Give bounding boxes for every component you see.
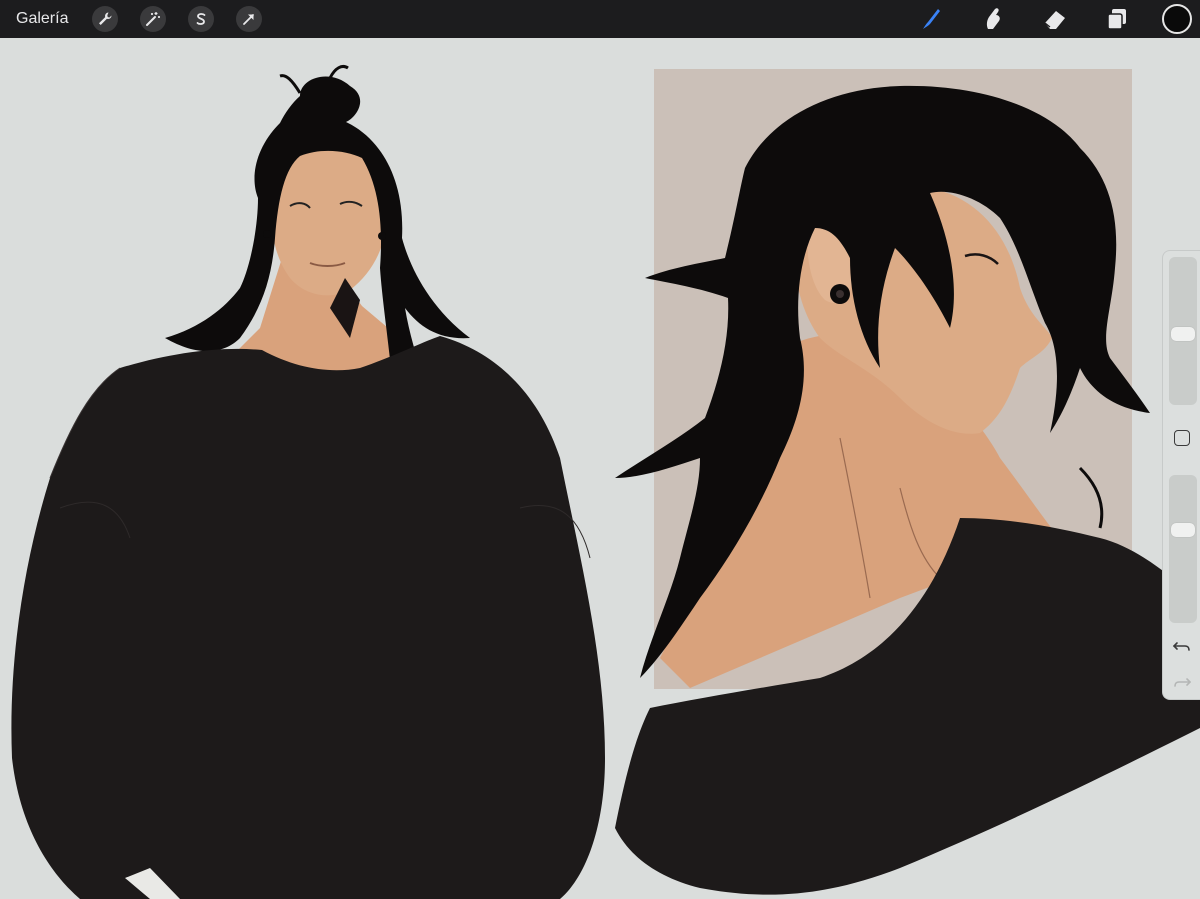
drawing-canvas[interactable] — [0, 38, 1200, 899]
wrench-icon[interactable] — [92, 6, 119, 32]
top-toolbar: Galería — [0, 0, 1200, 38]
gallery-button[interactable]: Galería — [16, 10, 68, 28]
selection-s-icon[interactable] — [188, 6, 215, 32]
color-picker-button[interactable] — [1162, 4, 1192, 34]
arrow-cursor-icon[interactable] — [236, 6, 263, 32]
artwork-illustration — [11, 64, 1200, 899]
smudge-finger-icon[interactable] — [976, 2, 1010, 36]
brush-size-thumb[interactable] — [1171, 327, 1195, 341]
eraser-icon[interactable] — [1038, 2, 1072, 36]
layers-icon[interactable] — [1100, 2, 1134, 36]
opacity-thumb[interactable] — [1171, 523, 1195, 537]
right-tool-group — [886, 0, 1200, 38]
undo-icon[interactable] — [1171, 635, 1193, 657]
square-modify-icon[interactable] — [1174, 430, 1190, 446]
brush-size-slider[interactable] — [1169, 257, 1197, 405]
opacity-slider[interactable] — [1169, 475, 1197, 623]
magic-wand-icon[interactable] — [140, 6, 167, 32]
redo-icon[interactable] — [1171, 671, 1193, 693]
brush-icon[interactable] — [914, 2, 948, 36]
brush-slider-panel — [1162, 250, 1200, 700]
standing-figure — [11, 64, 606, 899]
